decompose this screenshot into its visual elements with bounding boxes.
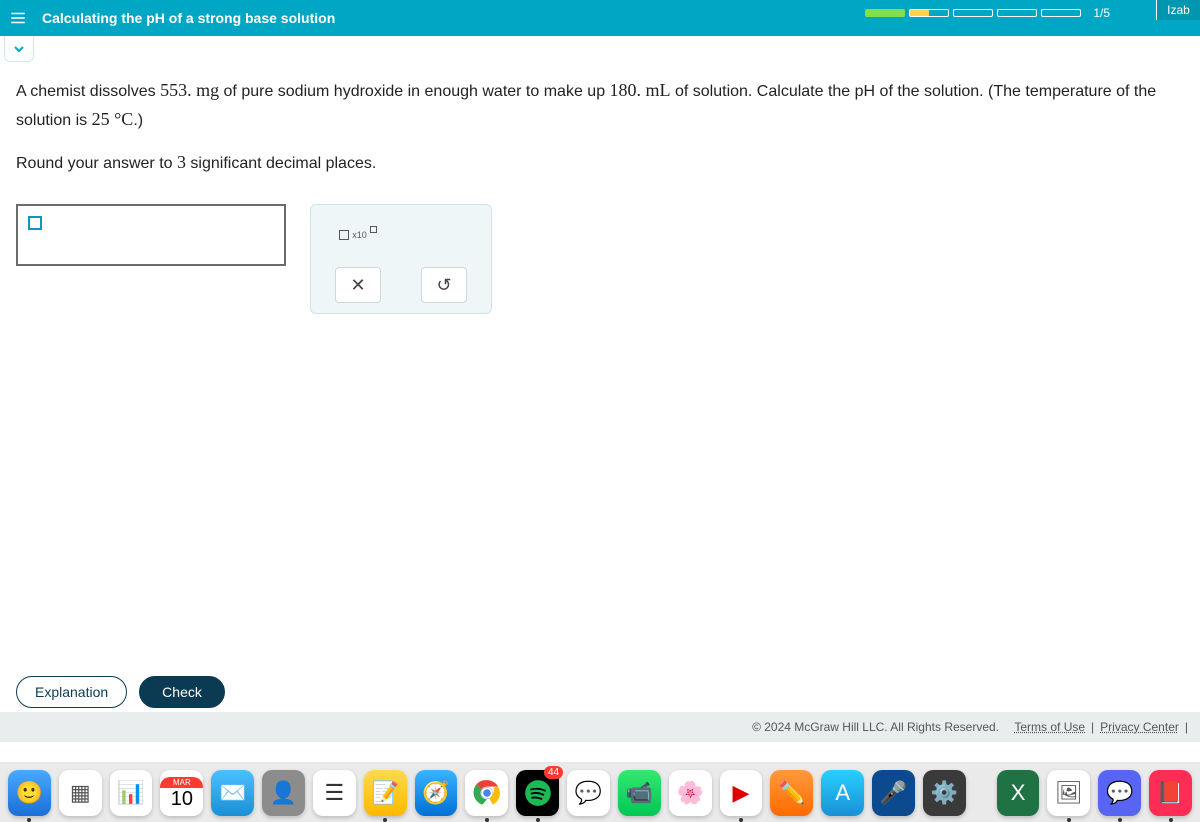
finder-icon[interactable]: 🙂 <box>8 770 51 816</box>
calendar-day: 10 <box>171 788 193 810</box>
progress-seg <box>1041 9 1081 17</box>
separator: | <box>1091 720 1094 734</box>
sci-notation-button[interactable]: x10 <box>335 215 381 251</box>
x10-label: x10 <box>352 230 367 240</box>
text: significant decimal places. <box>186 155 376 172</box>
explanation-button[interactable]: Explanation <box>16 676 127 708</box>
launchpad-icon[interactable]: ▦ <box>59 770 102 816</box>
activity-icon[interactable]: 📊 <box>110 770 153 816</box>
undo-icon: ↺ <box>436 275 451 296</box>
progress-counter: 1/5 <box>1093 6 1110 20</box>
privacy-link[interactable]: Privacy Center <box>1100 720 1179 734</box>
excel-icon[interactable]: X <box>997 770 1040 816</box>
mail-icon[interactable]: ✉️ <box>211 770 254 816</box>
appstore-icon[interactable]: A <box>821 770 864 816</box>
progress-seg <box>909 9 949 17</box>
legal-bar: © 2024 McGraw Hill LLC. All Rights Reser… <box>0 712 1200 742</box>
collapse-toggle[interactable] <box>4 36 34 62</box>
reset-button[interactable]: ↺ <box>421 267 467 303</box>
discord-icon[interactable]: 💬 <box>1098 770 1141 816</box>
preview-icon[interactable]: 🖼 <box>1047 770 1090 816</box>
box-icon <box>339 230 349 240</box>
x-icon: ✕ <box>350 275 365 296</box>
chrome-icon[interactable] <box>465 770 508 816</box>
clear-button[interactable]: ✕ <box>335 267 381 303</box>
page-title: Calculating the pH of a strong base solu… <box>42 10 335 26</box>
contacts-icon[interactable]: 👤 <box>262 770 305 816</box>
facetime-icon[interactable]: 📹 <box>618 770 661 816</box>
pencil-icon[interactable]: ✏️ <box>770 770 813 816</box>
terms-link[interactable]: Terms of Use <box>1014 720 1085 734</box>
check-button[interactable]: Check <box>139 676 225 708</box>
presentation-icon[interactable]: ▶ <box>720 770 763 816</box>
question-panel: A chemist dissolves 553. mg of pure sodi… <box>0 62 1200 762</box>
progress-seg <box>953 9 993 17</box>
reminders-icon[interactable]: ☰ <box>313 770 356 816</box>
box-icon <box>370 226 377 233</box>
books-icon[interactable]: 📕 <box>1149 770 1192 816</box>
user-chip[interactable]: Izab <box>1156 0 1200 20</box>
spotify-icon[interactable]: 44 <box>516 770 559 816</box>
safari-icon[interactable]: 🧭 <box>415 770 458 816</box>
progress-bar: 1/5 <box>865 6 1110 20</box>
progress-seg <box>865 9 905 17</box>
copyright-text: © 2024 McGraw Hill LLC. All Rights Reser… <box>752 720 999 734</box>
notes-icon[interactable]: 📝 <box>364 770 407 816</box>
messages-icon[interactable]: 💬 <box>567 770 610 816</box>
question-text: A chemist dissolves 553. mg of pure sodi… <box>16 76 1184 134</box>
calendar-month: MAR <box>160 777 203 788</box>
text: .) <box>133 112 143 129</box>
value-temp: 25 °C <box>92 109 134 129</box>
menu-icon[interactable] <box>0 0 36 36</box>
settings-icon[interactable]: ⚙️ <box>923 770 966 816</box>
macos-dock: 🙂 ▦ 📊 MAR 10 ✉️ 👤 ☰ 📝 🧭 44 💬 📹 🌸 ▶ ✏️ A … <box>0 764 1200 822</box>
photos-icon[interactable]: 🌸 <box>669 770 712 816</box>
title-bar: Calculating the pH of a strong base solu… <box>0 0 1200 36</box>
text: of pure sodium hydroxide in enough water… <box>219 83 609 100</box>
value-sigfig: 3 <box>177 152 186 172</box>
answer-placeholder-icon <box>28 216 42 230</box>
calendar-icon[interactable]: MAR 10 <box>160 770 203 816</box>
notification-badge: 44 <box>544 766 563 779</box>
text: A chemist dissolves <box>16 83 160 100</box>
value-mass: 553. mg <box>160 80 219 100</box>
question-instruction: Round your answer to 3 significant decim… <box>16 148 1184 177</box>
value-volume: 180. mL <box>610 80 671 100</box>
tool-panel: x10 ✕ ↺ <box>310 204 492 314</box>
keynote-icon[interactable]: 🎤 <box>872 770 915 816</box>
text: Round your answer to <box>16 155 177 172</box>
answer-input[interactable] <box>16 204 286 266</box>
separator: | <box>1185 720 1188 734</box>
progress-seg <box>997 9 1037 17</box>
